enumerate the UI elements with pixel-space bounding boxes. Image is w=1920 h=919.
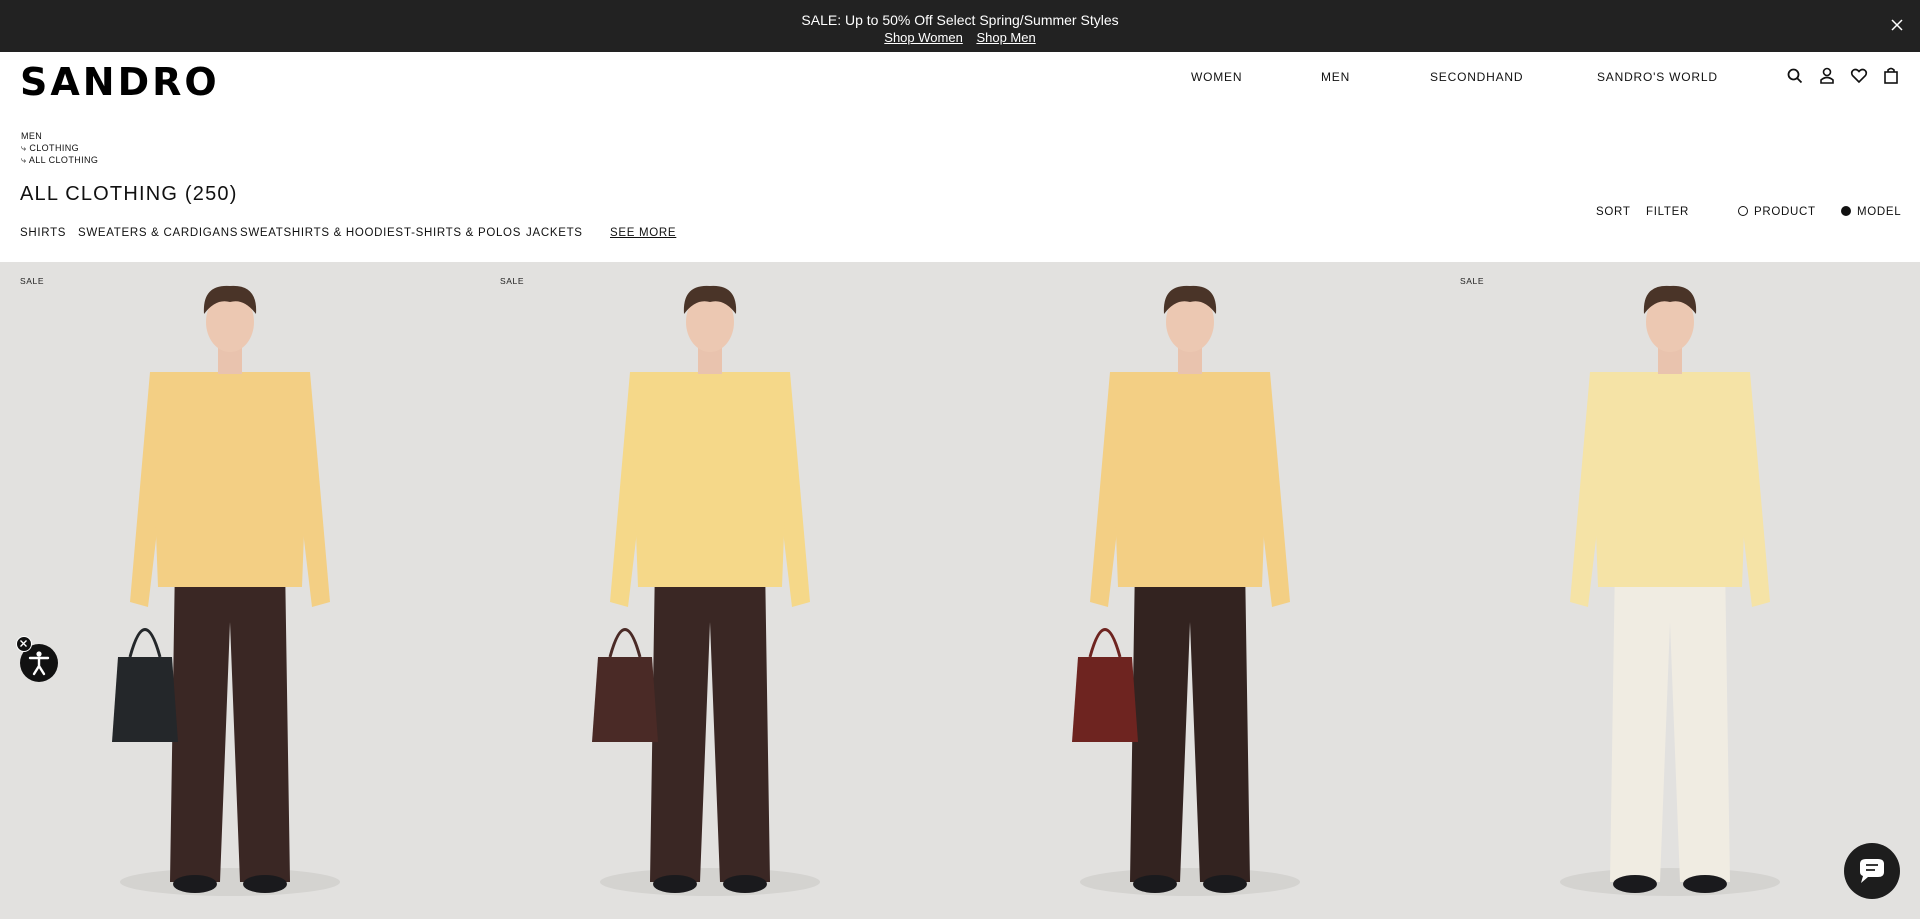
- left-shoe: [653, 875, 697, 893]
- shop-women-link[interactable]: Shop Women: [884, 30, 963, 45]
- bag: [592, 657, 658, 742]
- right-shoe: [1683, 875, 1727, 893]
- bag-handle: [128, 628, 162, 658]
- right-shoe: [1203, 875, 1247, 893]
- floor-shadow: [600, 868, 820, 896]
- trousers: [1610, 562, 1730, 882]
- left-shoe: [173, 875, 217, 893]
- trousers: [1130, 562, 1250, 882]
- promo-message: SALE: Up to 50% Off Select Spring/Summer…: [801, 12, 1119, 28]
- nav-men[interactable]: MEN: [1321, 70, 1350, 84]
- category-sweaters-cardigans[interactable]: SWEATERS & CARDIGANS: [78, 227, 238, 239]
- chat-icon[interactable]: [1844, 843, 1900, 899]
- product-card[interactable]: SALE: [480, 262, 960, 919]
- product-card[interactable]: SALE: [0, 262, 480, 919]
- filter-button[interactable]: FILTER: [1646, 206, 1689, 218]
- bag-handle: [608, 628, 642, 658]
- right-shoe: [243, 875, 287, 893]
- trousers: [650, 562, 770, 882]
- account-icon[interactable]: [1818, 66, 1836, 86]
- radio-model: [1841, 206, 1851, 216]
- promo-links: Shop Women Shop Men: [0, 30, 1920, 45]
- radio-product: [1738, 206, 1748, 216]
- category-shirts[interactable]: SHIRTS: [20, 227, 66, 239]
- product-card[interactable]: [960, 262, 1440, 919]
- floor-shadow: [120, 868, 340, 896]
- left-shoe: [1133, 875, 1177, 893]
- product-grid: SALE SALE SALE: [0, 262, 1920, 919]
- search-icon[interactable]: [1786, 66, 1804, 86]
- nav-women[interactable]: WOMEN: [1191, 70, 1242, 84]
- bag: [112, 657, 178, 742]
- top-garment: [150, 372, 310, 587]
- promo-banner: SALE: Up to 50% Off Select Spring/Summer…: [0, 0, 1920, 52]
- bag-handle: [1088, 628, 1122, 658]
- bag-icon[interactable]: [1882, 66, 1900, 86]
- breadcrumb-clothing[interactable]: ⤷ CLOTHING: [21, 143, 79, 154]
- close-icon[interactable]: [1888, 16, 1906, 34]
- view-product-label: PRODUCT: [1754, 206, 1816, 218]
- bag: [1072, 657, 1138, 742]
- floor-shadow: [1080, 868, 1300, 896]
- product-card[interactable]: SALE: [1440, 262, 1920, 919]
- product-image: [1560, 285, 1780, 896]
- nav-secondhand[interactable]: SECONDHAND: [1430, 70, 1523, 84]
- product-image: [592, 285, 820, 896]
- logo[interactable]: SANDRO: [20, 60, 220, 104]
- shop-men-link[interactable]: Shop Men: [976, 30, 1035, 45]
- top-garment: [630, 372, 790, 587]
- site-header: SANDRO WOMEN MEN SECONDHAND SANDRO'S WOR…: [0, 52, 1920, 107]
- close-icon[interactable]: [16, 636, 32, 652]
- view-model-label: MODEL: [1857, 206, 1902, 218]
- nav-sandros-world[interactable]: SANDRO'S WORLD: [1597, 70, 1718, 84]
- category-sweatshirts-hoodies[interactable]: SWEATSHIRTS & HOODIES: [240, 227, 404, 239]
- category-jackets[interactable]: JACKETS: [526, 227, 583, 239]
- view-product-toggle[interactable]: PRODUCT: [1738, 206, 1816, 218]
- heart-icon[interactable]: [1850, 66, 1868, 86]
- trousers: [170, 562, 290, 882]
- category-tshirts-polos[interactable]: T-SHIRTS & POLOS: [404, 227, 521, 239]
- header-icons: [1786, 66, 1900, 86]
- right-shoe: [723, 875, 767, 893]
- product-image: [112, 285, 340, 896]
- top-garment: [1110, 372, 1270, 587]
- product-image: [1072, 285, 1300, 896]
- page-title: ALL CLOTHING (250): [20, 183, 238, 205]
- see-more-link[interactable]: SEE MORE: [610, 227, 676, 239]
- top-garment: [1590, 372, 1750, 587]
- floor-shadow: [1560, 868, 1780, 896]
- breadcrumb-men[interactable]: MEN: [21, 131, 42, 141]
- sort-button[interactable]: SORT: [1596, 206, 1631, 218]
- view-model-toggle[interactable]: MODEL: [1841, 206, 1901, 218]
- breadcrumb-all-clothing[interactable]: ⤷ ALL CLOTHING: [21, 155, 98, 166]
- left-shoe: [1613, 875, 1657, 893]
